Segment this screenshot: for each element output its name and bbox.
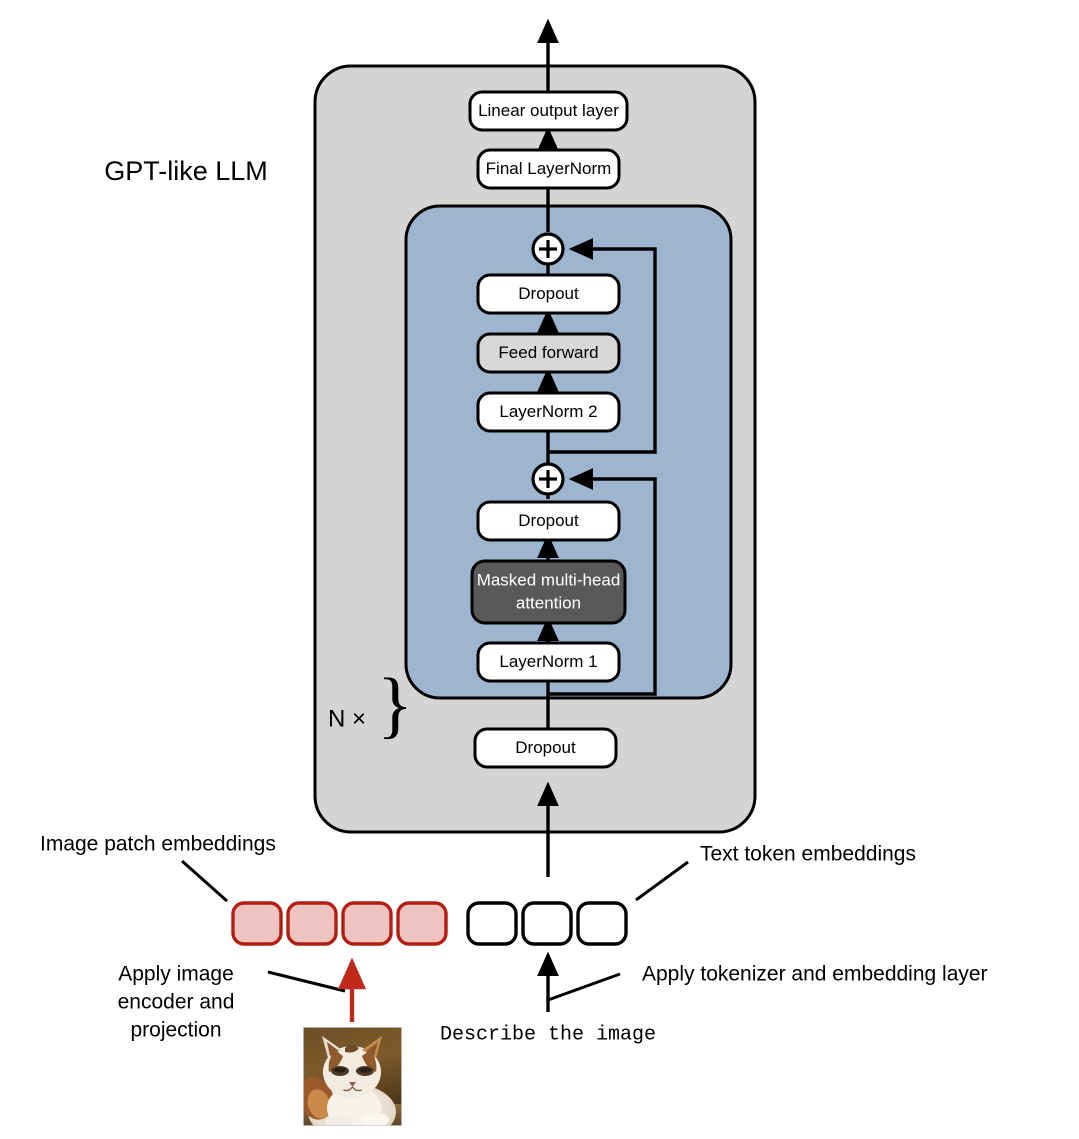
diagram-title: GPT-like LLM <box>104 156 268 186</box>
block-linear-output-layer[interactable]: Linear output layer <box>468 90 629 132</box>
annotation-apply-tokenizer: Apply tokenizer and embedding layer <box>642 963 988 986</box>
block-label-final-layernorm: Final LayerNorm <box>486 159 612 178</box>
image-patch-box[interactable] <box>231 901 283 946</box>
text-token-embedding-boxes <box>466 901 628 946</box>
block-label-linear-output-layer: Linear output layer <box>478 101 619 120</box>
block-layernorm-1[interactable]: LayerNorm 1 <box>476 641 621 683</box>
image-patch-embedding-boxes <box>231 901 448 946</box>
cat-photo <box>303 1027 402 1126</box>
block-final-layernorm[interactable]: Final LayerNorm <box>476 148 621 190</box>
text-token-box[interactable] <box>576 901 628 946</box>
block-masked-multi-head-attention[interactable]: Masked multi-head attention <box>470 559 627 625</box>
block-label-layernorm-2: LayerNorm 2 <box>499 402 597 421</box>
annotation-apply-image-encoder-line1: Apply image <box>118 963 234 986</box>
block-label-dropout-mid: Dropout <box>518 511 579 530</box>
block-label-layernorm-1: LayerNorm 1 <box>499 652 597 671</box>
diagram-canvas: GPT-like LLM Linear output layer Final L… <box>0 0 1079 1139</box>
repeat-brace: } <box>377 664 413 746</box>
block-label-dropout-top: Dropout <box>518 284 579 303</box>
image-patch-box[interactable] <box>396 901 448 946</box>
repeat-count-label: N × <box>328 705 366 732</box>
annotation-text-token-embeddings: Text token embeddings <box>700 843 916 866</box>
text-token-box[interactable] <box>466 901 518 946</box>
block-label-feed-forward: Feed forward <box>498 343 598 362</box>
residual-add-lower <box>531 462 565 496</box>
block-label-dropout-bottom: Dropout <box>515 738 576 757</box>
prompt-text: Describe the image <box>440 1023 656 1046</box>
llm-architecture-diagram: GPT-like LLM Linear output layer Final L… <box>40 18 988 1126</box>
image-patch-box[interactable] <box>286 901 338 946</box>
block-layernorm-2[interactable]: LayerNorm 2 <box>476 391 621 433</box>
block-dropout-top[interactable]: Dropout <box>476 273 621 315</box>
block-dropout-mid[interactable]: Dropout <box>476 500 621 542</box>
annotation-image-patch-embeddings: Image patch embeddings <box>40 833 276 856</box>
svg-text:}: } <box>377 664 413 746</box>
block-dropout-bottom[interactable]: Dropout <box>473 727 618 769</box>
block-feed-forward[interactable]: Feed forward <box>476 332 621 374</box>
text-token-box[interactable] <box>521 901 573 946</box>
block-label-masked-multi-head-attention-line1: Masked multi-head <box>477 570 621 589</box>
annotation-apply-image-encoder-line2: encoder and <box>118 991 235 1014</box>
residual-add-upper <box>531 232 565 266</box>
annotation-apply-image-encoder-line3: projection <box>130 1019 221 1042</box>
image-patch-box[interactable] <box>341 901 393 946</box>
block-label-masked-multi-head-attention-line2: attention <box>516 593 581 612</box>
